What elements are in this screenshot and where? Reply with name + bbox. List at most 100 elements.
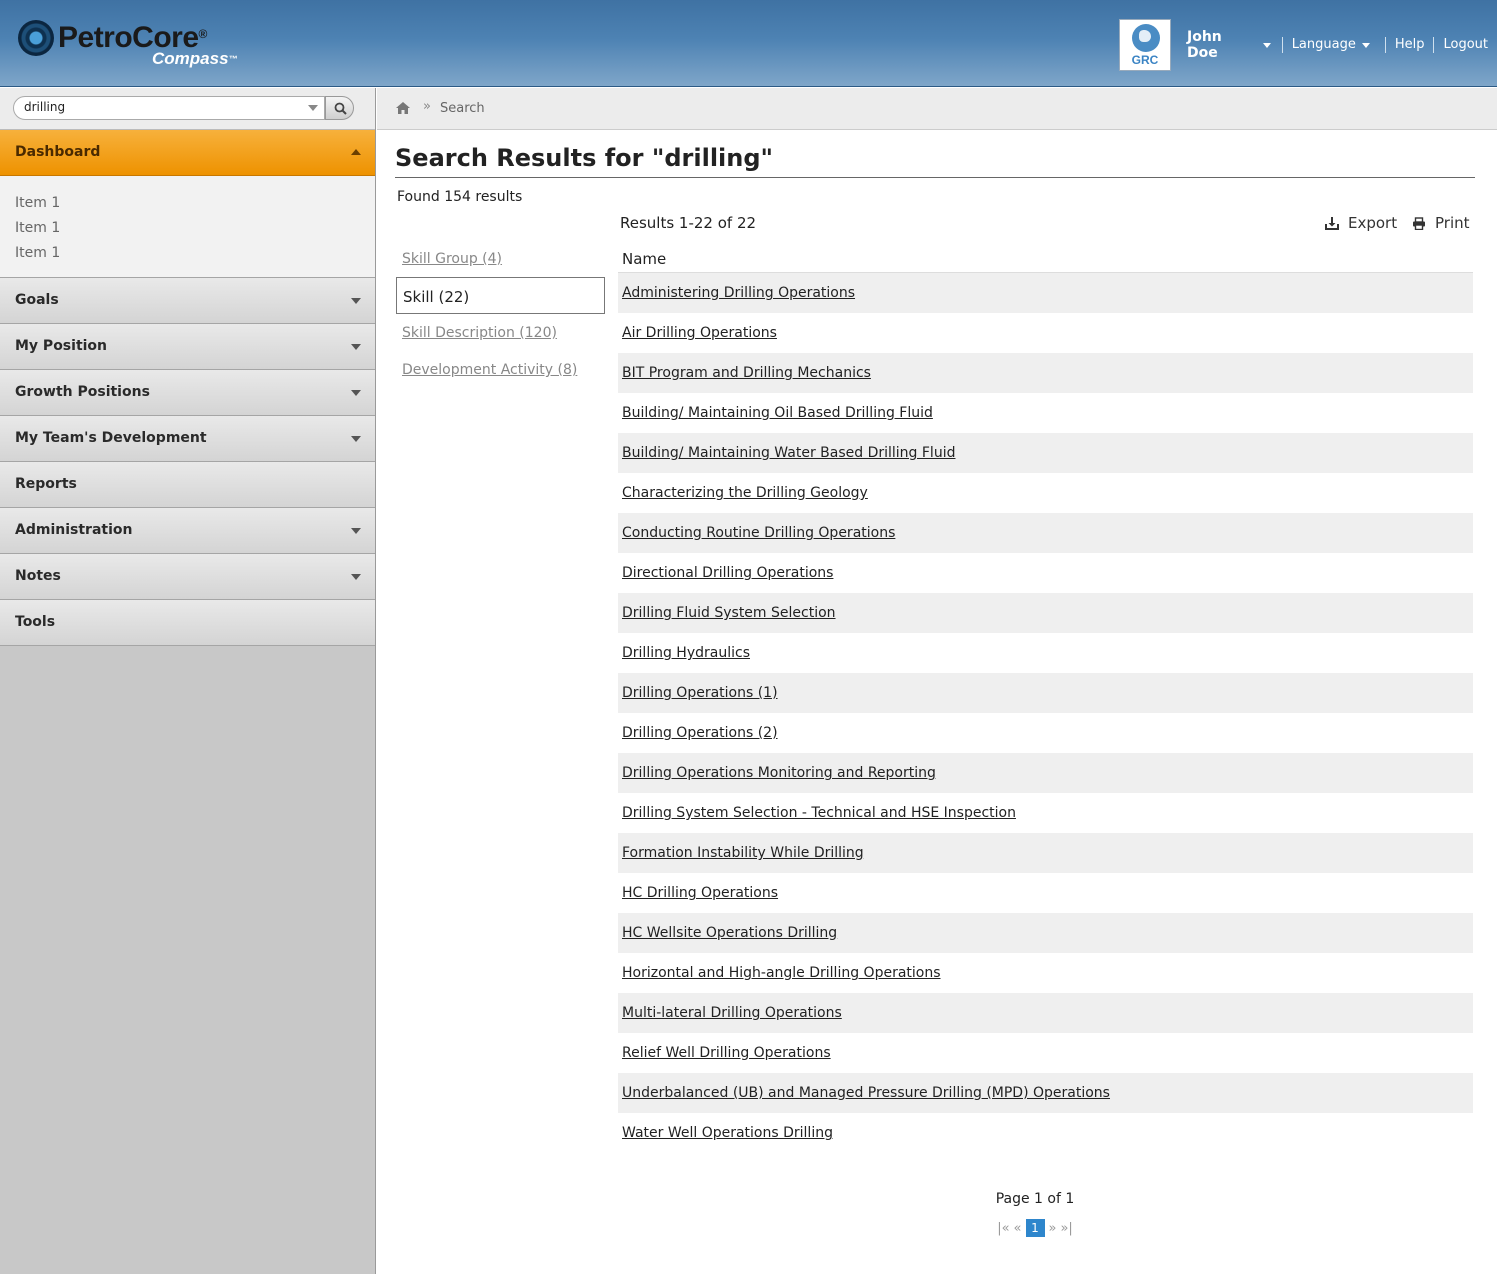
facet-filter[interactable]: Skill Group (4) [396, 240, 605, 277]
header: PetroCore® Compass™ GRC John Doe Languag… [0, 0, 1497, 87]
table-row: Drilling System Selection - Technical an… [618, 793, 1473, 833]
result-link[interactable]: Formation Instability While Drilling [622, 845, 864, 861]
result-link[interactable]: HC Drilling Operations [622, 885, 778, 901]
nav-label: Notes [15, 568, 61, 584]
search-input[interactable] [24, 100, 294, 114]
dashboard-item[interactable]: Item 1 [15, 191, 375, 216]
help-link[interactable]: Help [1384, 37, 1434, 53]
nav-tools[interactable]: Tools [0, 600, 375, 646]
user-menu: John Doe Language Help Logout [1187, 29, 1497, 61]
first-page-button[interactable]: |« [997, 1221, 1009, 1236]
table-row: Drilling Operations Monitoring and Repor… [618, 753, 1473, 793]
table-row: Air Drilling Operations [618, 313, 1473, 353]
result-link[interactable]: Drilling System Selection - Technical an… [622, 805, 1016, 821]
result-link[interactable]: Drilling Operations (1) [622, 685, 778, 701]
table-row: Building/ Maintaining Oil Based Drilling… [618, 393, 1473, 433]
table-row: Formation Instability While Drilling [618, 833, 1473, 873]
chevron-down-icon [351, 574, 361, 580]
facet-filter[interactable]: Skill (22) [396, 277, 605, 314]
last-page-button[interactable]: »| [1060, 1221, 1072, 1236]
chevron-down-icon [1361, 42, 1370, 48]
breadcrumb-current: Search [440, 101, 485, 116]
page-title: Search Results for "drilling" [395, 144, 774, 172]
result-link[interactable]: BIT Program and Drilling Mechanics [622, 365, 871, 381]
result-link[interactable]: Building/ Maintaining Oil Based Drilling… [622, 405, 933, 421]
nav-my-team-s-development[interactable]: My Team's Development [0, 416, 375, 462]
nav-notes[interactable]: Notes [0, 554, 375, 600]
facet-filter[interactable]: Skill Description (120) [396, 314, 605, 351]
table-row: Underbalanced (UB) and Managed Pressure … [618, 1073, 1473, 1113]
nav-growth-positions[interactable]: Growth Positions [0, 370, 375, 416]
chevron-down-icon [351, 528, 361, 534]
nav-my-position[interactable]: My Position [0, 324, 375, 370]
page-number-current[interactable]: 1 [1025, 1219, 1045, 1237]
export-label: Export [1348, 214, 1398, 232]
result-link[interactable]: Air Drilling Operations [622, 325, 777, 341]
column-header-name[interactable]: Name [618, 248, 1473, 273]
print-button[interactable]: Print [1412, 214, 1470, 232]
facet-filter[interactable]: Development Activity (8) [396, 351, 605, 388]
logo-mark-icon [18, 20, 54, 56]
result-link[interactable]: Drilling Operations Monitoring and Repor… [622, 765, 936, 781]
search-icon [334, 102, 347, 115]
result-link[interactable]: Building/ Maintaining Water Based Drilli… [622, 445, 955, 461]
table-row: Administering Drilling Operations [618, 273, 1473, 313]
user-dropdown[interactable]: John Doe [1187, 29, 1271, 61]
table-row: Relief Well Drilling Operations [618, 1033, 1473, 1073]
result-link[interactable]: Directional Drilling Operations [622, 565, 833, 581]
nav-label: Reports [15, 476, 77, 492]
globe-icon [1132, 24, 1160, 52]
result-link[interactable]: Drilling Fluid System Selection [622, 605, 836, 621]
pagination: Page 1 of 1 |« « 1 » »| [985, 1191, 1085, 1237]
result-link[interactable]: Water Well Operations Drilling [622, 1125, 833, 1141]
table-row: Building/ Maintaining Water Based Drilli… [618, 433, 1473, 473]
dashboard-item[interactable]: Item 1 [15, 241, 375, 266]
chevron-down-icon[interactable] [308, 105, 318, 111]
result-link[interactable]: Underbalanced (UB) and Managed Pressure … [622, 1085, 1110, 1101]
prev-page-button[interactable]: « [1014, 1221, 1022, 1236]
table-row: Drilling Operations (1) [618, 673, 1473, 713]
table-row: HC Wellsite Operations Drilling [618, 913, 1473, 953]
table-row: Characterizing the Drilling Geology [618, 473, 1473, 513]
result-link[interactable]: Drilling Hydraulics [622, 645, 750, 661]
nav-label: Tools [15, 614, 56, 630]
table-row: Water Well Operations Drilling [618, 1113, 1473, 1153]
result-link[interactable]: Multi-lateral Drilling Operations [622, 1005, 842, 1021]
nav-administration[interactable]: Administration [0, 508, 375, 554]
petrocore-logo[interactable]: PetroCore® Compass™ [18, 20, 288, 70]
language-dropdown[interactable]: Language [1281, 37, 1379, 53]
language-label: Language [1291, 37, 1356, 52]
result-link[interactable]: Drilling Operations (2) [622, 725, 778, 741]
result-link[interactable]: Administering Drilling Operations [622, 285, 855, 301]
logout-link[interactable]: Logout [1433, 37, 1497, 53]
export-button[interactable]: Export [1325, 214, 1397, 232]
table-row: HC Drilling Operations [618, 873, 1473, 913]
next-page-button[interactable]: » [1049, 1221, 1057, 1236]
table-row: BIT Program and Drilling Mechanics [618, 353, 1473, 393]
home-icon[interactable] [395, 101, 411, 115]
logout-label: Logout [1443, 37, 1488, 52]
chevron-down-icon [351, 390, 361, 396]
user-name: John Doe [1187, 29, 1222, 61]
main-content: » Search Search Results for "drilling" F… [377, 88, 1497, 1274]
grc-badge[interactable]: GRC [1119, 19, 1171, 71]
dashboard-item[interactable]: Item 1 [15, 216, 375, 241]
result-link[interactable]: HC Wellsite Operations Drilling [622, 925, 837, 941]
search-field[interactable] [13, 96, 325, 120]
nav-label: My Team's Development [15, 430, 207, 446]
chevron-down-icon [351, 344, 361, 350]
brand-sub: Compass [152, 49, 229, 68]
nav-reports[interactable]: Reports [0, 462, 375, 508]
result-link[interactable]: Characterizing the Drilling Geology [622, 485, 868, 501]
chevron-up-icon [351, 149, 361, 155]
nav-label: My Position [15, 338, 108, 354]
nav-dashboard[interactable]: Dashboard [0, 130, 375, 176]
search-button[interactable] [325, 96, 354, 120]
result-link[interactable]: Conducting Routine Drilling Operations [622, 525, 895, 541]
table-row: Drilling Hydraulics [618, 633, 1473, 673]
result-link[interactable]: Horizontal and High-angle Drilling Opera… [622, 965, 941, 981]
result-link[interactable]: Relief Well Drilling Operations [622, 1045, 831, 1061]
nav-goals[interactable]: Goals [0, 278, 375, 324]
page-indicator: Page 1 of 1 [995, 1191, 1075, 1207]
table-row: Multi-lateral Drilling Operations [618, 993, 1473, 1033]
